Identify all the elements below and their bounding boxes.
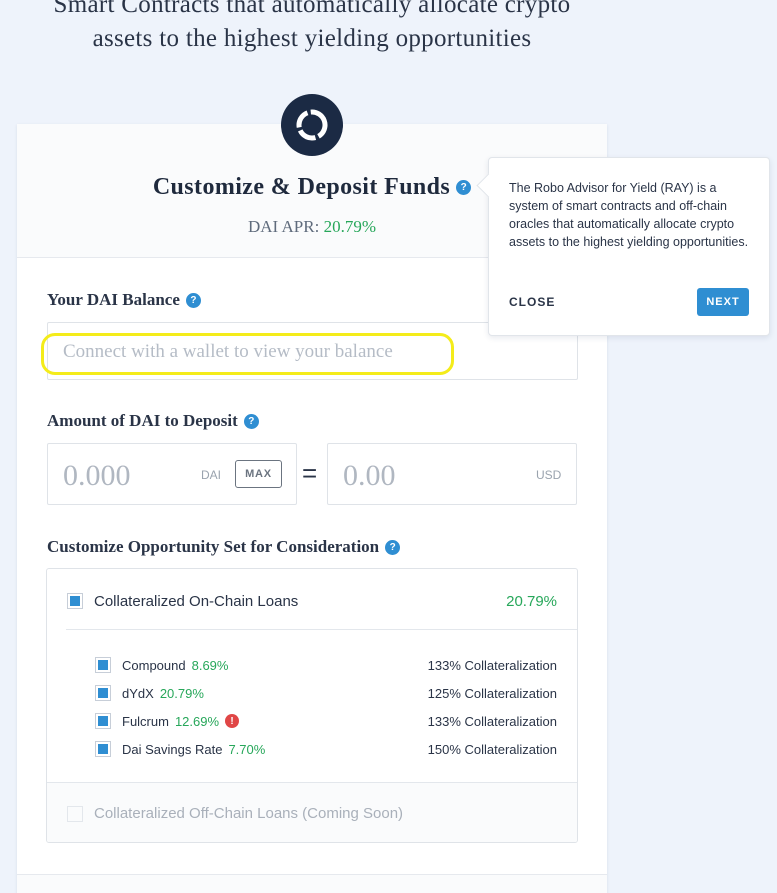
opportunity-rate: 7.70%: [228, 741, 266, 757]
hero-heading: Smart Contracts that automatically alloc…: [0, 0, 624, 56]
dai-apr-label: DAI APR:: [248, 217, 320, 236]
help-icon[interactable]: ?: [456, 180, 472, 195]
opportunity-item-dsr[interactable]: Dai Savings Rate 7.70% 150% Collateraliz…: [95, 740, 557, 758]
dai-amount-value: 0.000: [63, 459, 131, 492]
warning-icon[interactable]: !: [225, 714, 240, 728]
opportunity-rate: 8.69%: [191, 657, 229, 673]
dsr-checkbox[interactable]: [95, 741, 111, 757]
hero-line-2: assets to the highest yielding opportuni…: [92, 25, 532, 52]
dai-apr-value: 20.79%: [323, 217, 376, 236]
opportunity-help-icon[interactable]: ?: [385, 539, 401, 555]
group-divider: [66, 629, 577, 630]
deposit-label-row: Amount of DAI to Deposit ?: [47, 411, 259, 431]
card-footer: [17, 874, 607, 893]
opportunity-name: dYdX: [122, 685, 154, 701]
fulcrum-checkbox[interactable]: [95, 713, 111, 729]
ray-logo-icon: [296, 109, 328, 141]
opportunity-item-dydx[interactable]: dYdX 20.79% 125% Collateralization: [95, 684, 557, 702]
onchain-loans-label: Collateralized On-Chain Loans: [94, 592, 299, 610]
onboarding-tooltip: The Robo Advisor for Yield (RAY) is a sy…: [488, 157, 770, 336]
balance-placeholder: Connect with a wallet to view your balan…: [63, 341, 393, 362]
usd-unit: USD: [536, 468, 562, 482]
max-button[interactable]: MAX: [235, 460, 282, 488]
usd-amount-input[interactable]: 0.00 USD: [327, 443, 577, 505]
opportunity-name: Compound: [122, 657, 186, 673]
opportunity-name: Dai Savings Rate: [122, 741, 223, 757]
compound-checkbox[interactable]: [95, 657, 111, 673]
balance-help-icon[interactable]: ?: [185, 292, 201, 308]
opportunity-set: Collateralized On-Chain Loans 20.79% Com…: [46, 568, 578, 843]
ray-logo: [281, 94, 343, 156]
dydx-checkbox[interactable]: [95, 685, 111, 701]
balance-label: Your DAI Balance: [47, 290, 180, 309]
opportunity-label-row: Customize Opportunity Set for Considerat…: [47, 537, 401, 557]
opportunity-rate: 12.69%: [174, 713, 220, 729]
offchain-loans-checkbox: [67, 805, 83, 822]
opportunity-collateral: 150% Collateralization: [427, 741, 557, 757]
onchain-loans-rate: 20.79%: [506, 592, 557, 610]
opportunity-collateral: 133% Collateralization: [427, 657, 557, 673]
opportunity-collateral: 125% Collateralization: [427, 685, 557, 701]
onchain-loans-group[interactable]: Collateralized On-Chain Loans 20.79%: [67, 591, 557, 611]
equals-sign: =: [302, 458, 318, 488]
card-title: Customize & Deposit Funds: [152, 174, 451, 200]
opportunity-name: Fulcrum: [122, 713, 169, 729]
usd-amount-value: 0.00: [343, 459, 396, 492]
dai-amount-input[interactable]: 0.000 DAI MAX: [47, 443, 297, 505]
opportunity-item-fulcrum[interactable]: Fulcrum 12.69% ! 133% Collateralization: [95, 712, 557, 730]
tooltip-text: The Robo Advisor for Yield (RAY) is a sy…: [509, 181, 749, 249]
deposit-label: Amount of DAI to Deposit: [47, 411, 238, 430]
opportunity-rate: 20.79%: [159, 685, 204, 701]
onchain-loans-checkbox[interactable]: [67, 593, 83, 609]
opportunity-label: Customize Opportunity Set for Considerat…: [47, 537, 380, 556]
dai-unit: DAI: [201, 468, 222, 482]
offchain-loans-label: Collateralized Off-Chain Loans (Coming S…: [94, 805, 404, 822]
opportunity-collateral: 133% Collateralization: [427, 713, 557, 729]
tooltip-close-button[interactable]: CLOSE: [509, 295, 555, 309]
balance-label-row: Your DAI Balance ?: [47, 290, 201, 310]
offchain-loans-group: Collateralized Off-Chain Loans (Coming S…: [47, 782, 577, 842]
opportunity-item-compound[interactable]: Compound 8.69% 133% Collateralization: [95, 656, 557, 674]
tooltip-next-button[interactable]: NEXT: [697, 288, 749, 316]
deposit-help-icon[interactable]: ?: [243, 413, 259, 429]
hero-line-1: Smart Contracts that automatically alloc…: [53, 0, 571, 18]
